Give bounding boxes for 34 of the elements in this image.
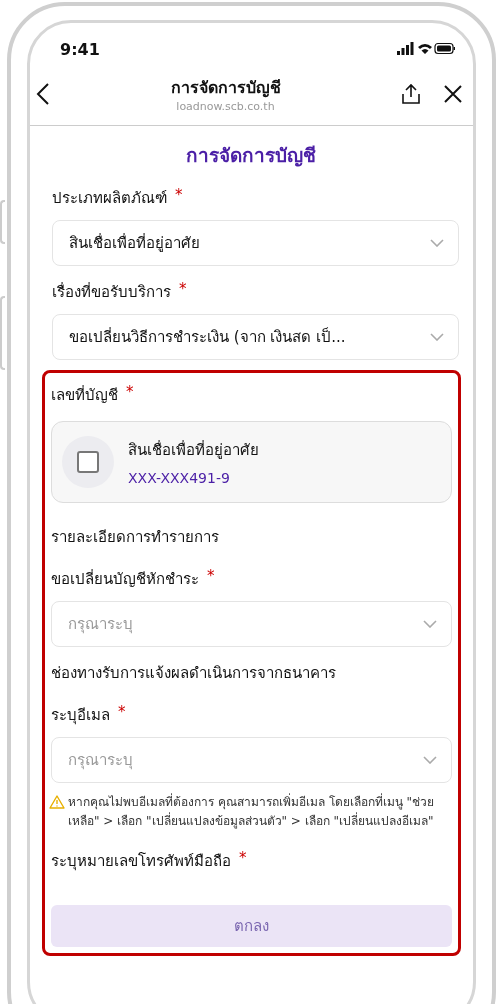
required-mark: * xyxy=(207,567,215,587)
account-card[interactable]: สินเชื่อเพื่อที่อยู่อาศัย XXX-XXX491-9 xyxy=(51,421,452,503)
required-mark: * xyxy=(118,703,126,723)
header-url: loadnow.scb.co.th xyxy=(176,100,275,113)
warning-note: หากคุณไม่พบอีเมลที่ต้องการ คุณสามารถเพิ่มอีเมล โดยเลือกที่เมนู "ช่วยเหลือ" > เลือก "เปลี่ยนแปลงข้อมูลส่วนตัว" > เลือก "เปลี่ยนแปลงอีเมล" xyxy=(68,793,435,831)
field-label: ระบุหมายเลขโทรศัพท์มือถือ xyxy=(51,851,231,873)
chevron-down-icon xyxy=(430,239,444,247)
warning-icon xyxy=(49,795,65,809)
header-title: การจัดการบัญชี xyxy=(170,77,281,100)
dropdown-field[interactable]: สินเชื่อเพื่อที่อยู่อาศัย xyxy=(52,220,459,266)
section-heading: ช่องทางรับการแจ้งผลดำเนินการจากธนาคาร xyxy=(51,663,337,684)
required-mark: * xyxy=(126,383,134,403)
dropdown-field[interactable]: ขอเปลี่ยนวิธีการชำระเงิน (จาก เงินสด เป็... xyxy=(52,314,459,360)
share-icon[interactable] xyxy=(401,83,421,105)
checkbox[interactable] xyxy=(77,451,99,473)
account-number: XXX-XXX491-9 xyxy=(128,470,231,486)
page-title: การจัดการบัญชี xyxy=(184,143,317,169)
field-label: เรื่องที่ขอรับบริการ xyxy=(52,281,171,303)
required-mark: * xyxy=(179,280,187,300)
status-icons xyxy=(397,42,455,56)
required-mark: * xyxy=(239,849,247,870)
back-icon[interactable] xyxy=(36,82,50,106)
section-heading: รายละเอียดการทำรายการ xyxy=(51,527,220,548)
account-name: สินเชื่อเพื่อที่อยู่อาศัย xyxy=(128,439,259,461)
field-label: เลขที่บัญชี xyxy=(51,384,118,406)
required-mark: * xyxy=(175,186,183,206)
chevron-down-icon xyxy=(430,333,444,341)
chevron-down-icon xyxy=(423,620,437,628)
field-label: ขอเปลี่ยนบัญชีหักชำระ xyxy=(51,568,199,590)
status-time: 9:41 xyxy=(60,39,100,59)
field-label: ระบุอีเมล xyxy=(51,705,110,727)
chevron-down-icon xyxy=(423,756,437,764)
field-label: ประเภทผลิตภัณฑ์ xyxy=(52,188,167,209)
close-icon[interactable] xyxy=(443,84,463,104)
